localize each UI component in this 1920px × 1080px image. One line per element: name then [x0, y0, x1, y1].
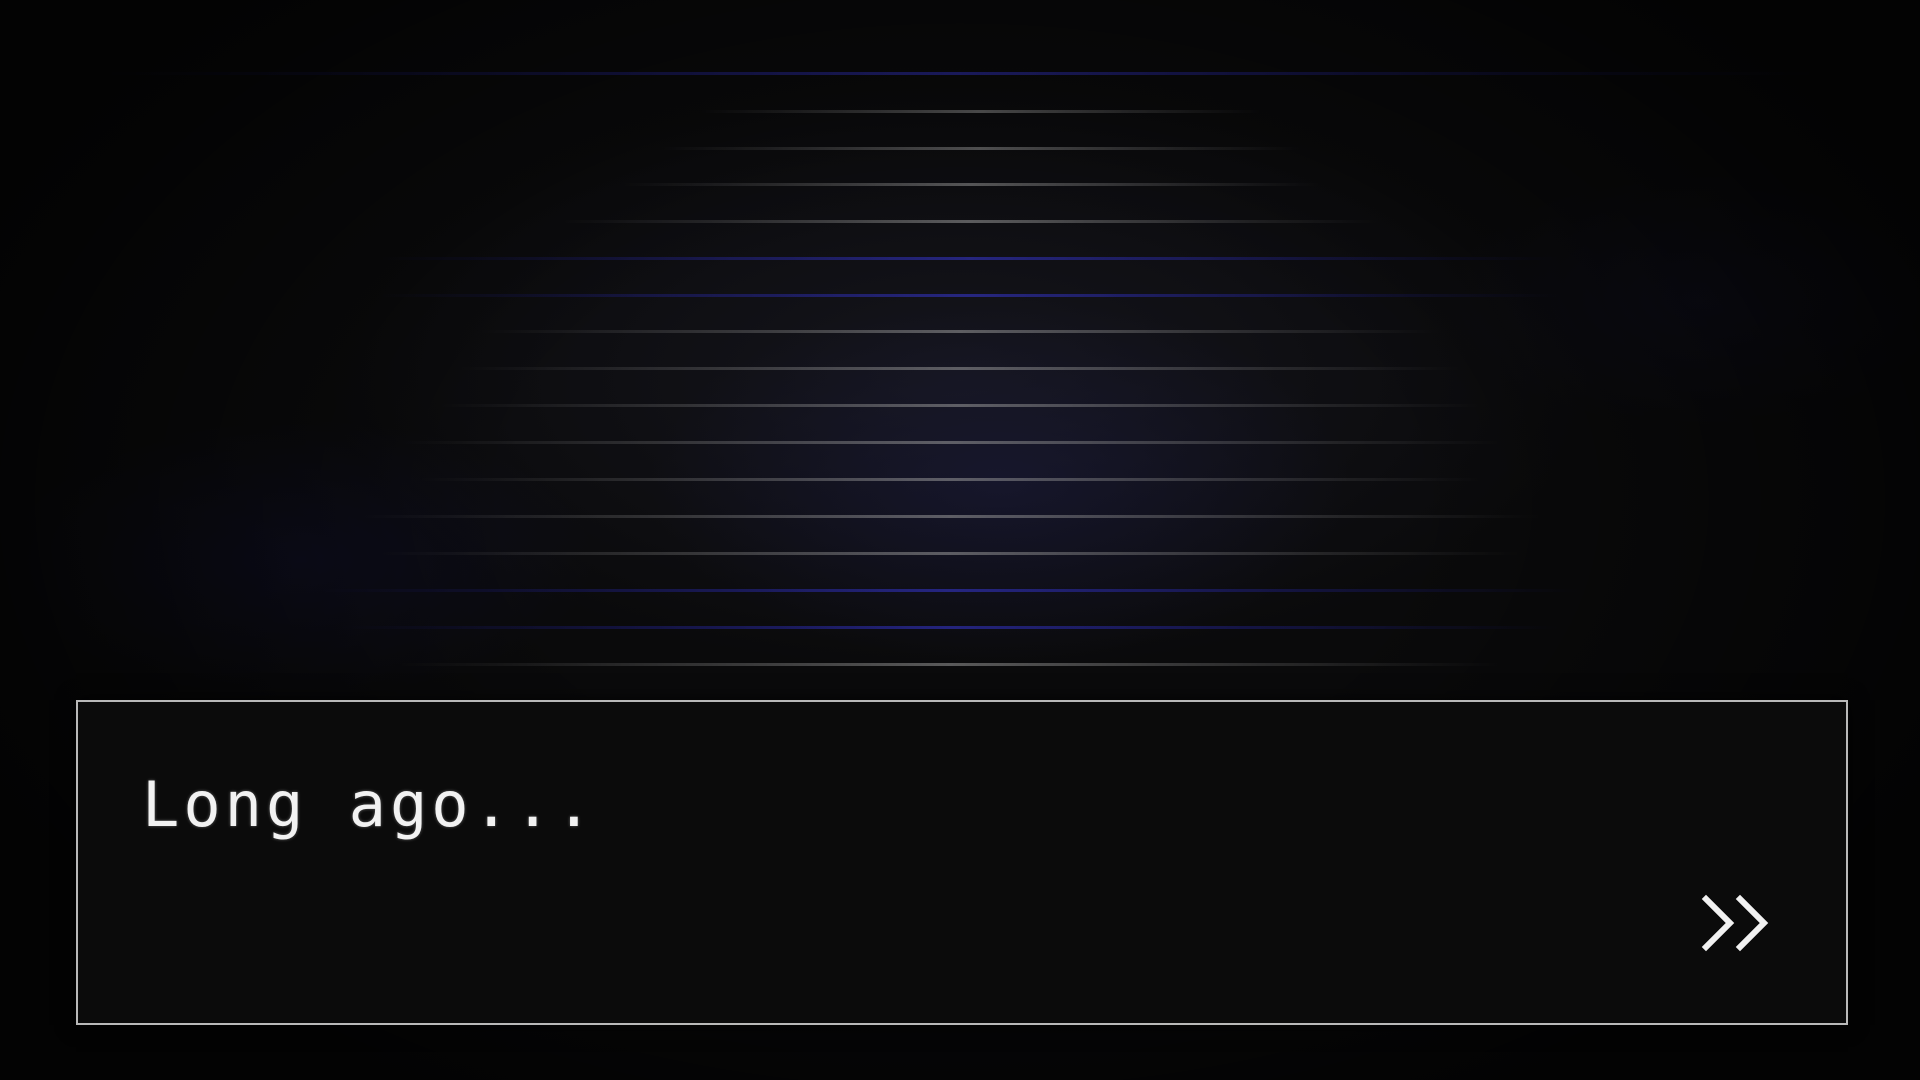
- scanline: [400, 663, 1500, 666]
- scanline: [660, 147, 1300, 150]
- crt-scanline-background: [100, 72, 1820, 666]
- scanline: [380, 257, 1560, 260]
- dialog-text: Long ago...: [142, 768, 597, 841]
- scanline: [620, 183, 1320, 186]
- advance-dialog-button[interactable]: [1700, 893, 1776, 953]
- scanline: [340, 626, 1560, 629]
- scanline: [320, 589, 1580, 592]
- scanline: [420, 478, 1480, 481]
- dialog-box[interactable]: Long ago...: [76, 700, 1848, 1025]
- scanline: [700, 110, 1260, 113]
- scanline: [460, 367, 1460, 370]
- scanline: [440, 404, 1480, 407]
- scanline: [380, 552, 1520, 555]
- scanline: [560, 220, 1380, 223]
- scanline: [100, 72, 1820, 75]
- scanline: [360, 515, 1540, 518]
- game-scene: Long ago...: [0, 0, 1920, 1080]
- scanline: [400, 441, 1500, 444]
- scanline: [380, 294, 1560, 297]
- double-chevron-right-icon: [1701, 894, 1769, 952]
- scanline: [480, 330, 1440, 333]
